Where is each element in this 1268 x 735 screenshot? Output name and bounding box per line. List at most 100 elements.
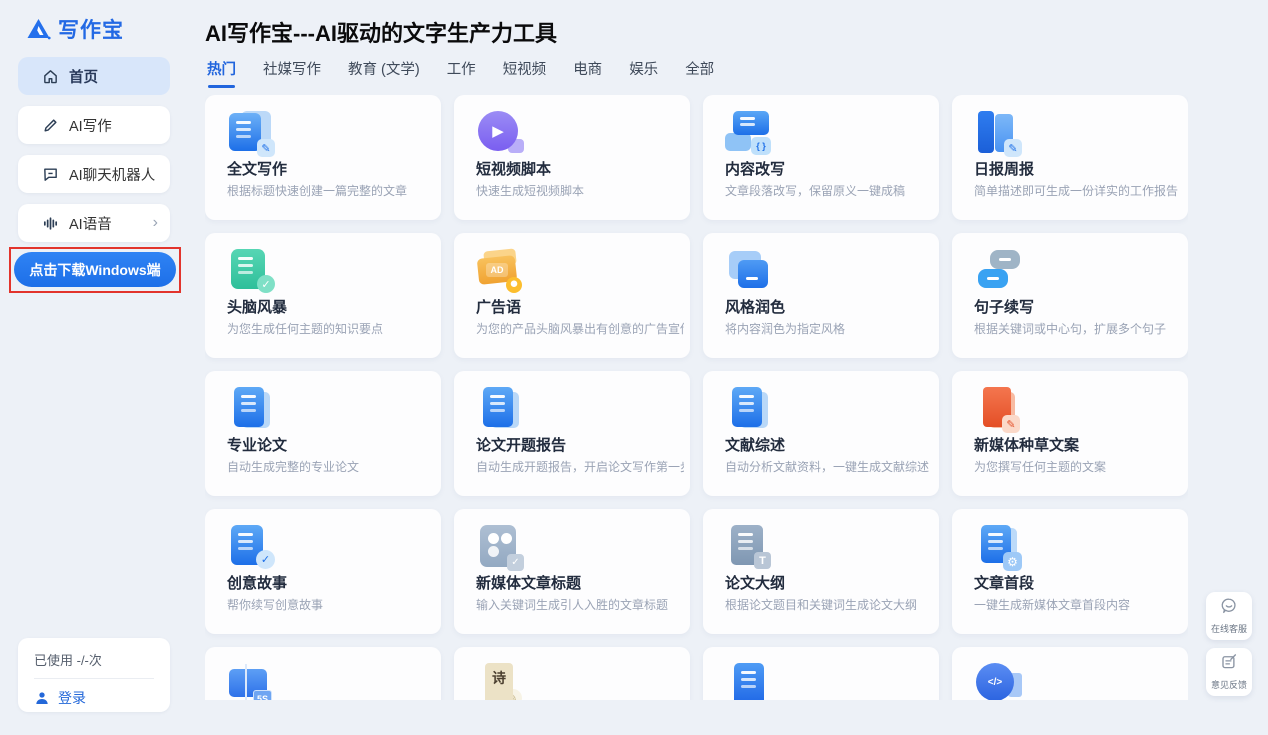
service-button[interactable]: 在线客服: [1206, 592, 1252, 640]
service-icon: [1220, 597, 1238, 620]
page-title: AI写作宝---AI驱动的文字生产力工具: [205, 16, 557, 48]
tool-card-title: 广告语: [476, 296, 521, 317]
tool-card-description: 简单描述即可生成一份详实的工作报告: [974, 182, 1182, 199]
tab-1[interactable]: 热门: [207, 58, 236, 88]
tab-2[interactable]: 社媒写作: [263, 58, 321, 88]
first-para-doc-icon: ⚙: [974, 523, 1022, 571]
tool-card[interactable]: T论文大纲根据论文题目和关键词生成论文大纲: [703, 509, 939, 634]
tool-card[interactable]: 句子续写根据关键词或中心句，扩展多个句子: [952, 233, 1188, 358]
chat-bubbles-icon: [974, 247, 1022, 295]
tool-card[interactable]: ✎新媒体种草文案为您撰写任何主题的文案: [952, 371, 1188, 496]
tab-5[interactable]: 短视频: [503, 58, 547, 88]
outline-doc-icon: T: [725, 523, 773, 571]
ad-card-icon: AD: [476, 247, 524, 295]
tool-card-description: 为您生成任何主题的知识要点: [227, 320, 435, 337]
login-button[interactable]: 登录: [34, 688, 154, 708]
tool-card-grid: ✎全文写作根据标题快速创建一篇完整的文章▶短视频脚本快速生成短视频脚本{ }内容…: [205, 95, 1188, 700]
tool-card-title: 全文写作: [227, 158, 287, 179]
tool-card[interactable]: { }内容改写文章段落改写，保留原义一键成稿: [703, 95, 939, 220]
tool-card-description: 将内容润色为指定风格: [725, 320, 933, 337]
code-circle-icon: </>: [974, 661, 1022, 700]
tool-card[interactable]: ▶短视频脚本快速生成短视频脚本: [454, 95, 690, 220]
brand-logo-icon: [26, 17, 52, 41]
tool-card[interactable]: 论文开题报告自动生成开题报告，开启论文写作第一步: [454, 371, 690, 496]
login-label: 登录: [58, 688, 86, 708]
sidebar-item-label: AI语音: [69, 213, 112, 234]
tool-card-description: 根据关键词或中心句，扩展多个句子: [974, 320, 1182, 337]
rewrite-braces-icon: { }: [725, 109, 773, 157]
tool-card[interactable]: ✎全文写作根据标题快速创建一篇完整的文章: [205, 95, 441, 220]
tool-card-description: 快速生成短视频脚本: [476, 182, 684, 199]
tool-card-title: 新媒体种草文案: [974, 434, 1079, 455]
mindmap-check-icon: ✓: [227, 247, 275, 295]
sidebar-item-pencil[interactable]: AI写作: [18, 106, 170, 144]
paper-doc-icon: [725, 385, 773, 433]
tool-card-title: 日报周报: [974, 158, 1034, 179]
app-window: 写作宝 首页 AI写作 AI聊天机器人 AI语音 › 点击下载Windows端 已使用 …: [0, 0, 1268, 735]
tool-card[interactable]: ✓头脑风暴为您生成任何主题的知识要点: [205, 233, 441, 358]
doc-simple-icon: [725, 661, 773, 700]
usage-login-card: 已使用 -/-次 登录: [18, 638, 170, 712]
home-icon: [42, 68, 59, 85]
tab-3[interactable]: 教育 (文学): [348, 58, 420, 88]
tool-card[interactable]: ✓新媒体文章标题输入关键词生成引人入胜的文章标题: [454, 509, 690, 634]
tool-card[interactable]: AD广告语为您的产品头脑风暴出有创意的广告宣传语: [454, 233, 690, 358]
tool-card-partial[interactable]: 诗: [454, 647, 690, 700]
tool-card-title: 专业论文: [227, 434, 287, 455]
tool-card-title: 文献综述: [725, 434, 785, 455]
tab-4[interactable]: 工作: [447, 58, 476, 88]
tool-card[interactable]: 文献综述自动分析文献资料，一键生成文献综述: [703, 371, 939, 496]
sidebar-item-chat[interactable]: AI聊天机器人: [18, 155, 170, 193]
tool-card[interactable]: ✓创意故事帮你续写创意故事: [205, 509, 441, 634]
story-doc-icon: ✓: [227, 523, 275, 571]
paper-doc-icon: [227, 385, 275, 433]
tool-card-title: 内容改写: [725, 158, 785, 179]
title-tiles-icon: ✓: [476, 523, 524, 571]
tab-7[interactable]: 娱乐: [629, 58, 658, 88]
tab-6[interactable]: 电商: [573, 58, 602, 88]
tool-card-partial[interactable]: [703, 647, 939, 700]
floater-label: 在线客服: [1211, 622, 1247, 635]
brand-name: 写作宝: [58, 14, 124, 44]
tool-card-title: 头脑风暴: [227, 296, 287, 317]
tool-card-title: 创意故事: [227, 572, 287, 593]
usage-count: 已使用 -/-次: [34, 650, 154, 669]
paper-doc-icon: [476, 385, 524, 433]
tool-card[interactable]: 风格润色将内容润色为指定风格: [703, 233, 939, 358]
tool-card[interactable]: ⚙文章首段一键生成新媒体文章首段内容: [952, 509, 1188, 634]
tab-8[interactable]: 全部: [685, 58, 714, 88]
tool-card-title: 短视频脚本: [476, 158, 551, 179]
tool-card[interactable]: 专业论文自动生成完整的专业论文: [205, 371, 441, 496]
tool-card-description: 为您的产品头脑风暴出有创意的广告宣传语: [476, 320, 684, 337]
tool-card-title: 论文大纲: [725, 572, 785, 593]
tool-card-title: 文章首段: [974, 572, 1034, 593]
brand-logo: 写作宝: [26, 14, 124, 44]
download-windows-button[interactable]: 点击下载Windows端: [14, 252, 176, 287]
tool-card-description: 自动分析文献资料，一键生成文献综述: [725, 458, 933, 475]
tool-card-description: 为您撰写任何主题的文案: [974, 458, 1182, 475]
tool-card-partial[interactable]: </>: [952, 647, 1188, 700]
sidebar-item-label: AI聊天机器人: [69, 164, 155, 185]
floater-label: 意见反馈: [1211, 678, 1247, 691]
report-book-icon: ✎: [974, 109, 1022, 157]
sidebar-item-home[interactable]: 首页: [18, 57, 170, 95]
tool-card-title: 句子续写: [974, 296, 1034, 317]
tool-card-description: 自动生成完整的专业论文: [227, 458, 435, 475]
tool-card-title: 新媒体文章标题: [476, 572, 581, 593]
tool-card-partial[interactable]: 5S: [205, 647, 441, 700]
chevron-right-icon: ›: [153, 214, 158, 232]
poem-paper-icon: 诗: [476, 661, 524, 700]
tool-card-description: 根据论文题目和关键词生成论文大纲: [725, 596, 933, 613]
voice-icon: [42, 215, 59, 232]
ticket-5s-icon: 5S: [227, 661, 275, 700]
feedback-button[interactable]: 意见反馈: [1206, 648, 1252, 696]
tool-card-title: 风格润色: [725, 296, 785, 317]
sidebar-item-voice[interactable]: AI语音 ›: [18, 204, 170, 242]
tool-card-description: 文章段落改写，保留原义一键成稿: [725, 182, 933, 199]
pencil-icon: [42, 117, 59, 134]
sidebar-menu: 首页 AI写作 AI聊天机器人 AI语音 ›: [18, 57, 170, 242]
tool-card[interactable]: ✎日报周报简单描述即可生成一份详实的工作报告: [952, 95, 1188, 220]
user-icon: [34, 690, 50, 706]
folders-icon: [725, 247, 773, 295]
sidebar-item-label: AI写作: [69, 115, 112, 136]
